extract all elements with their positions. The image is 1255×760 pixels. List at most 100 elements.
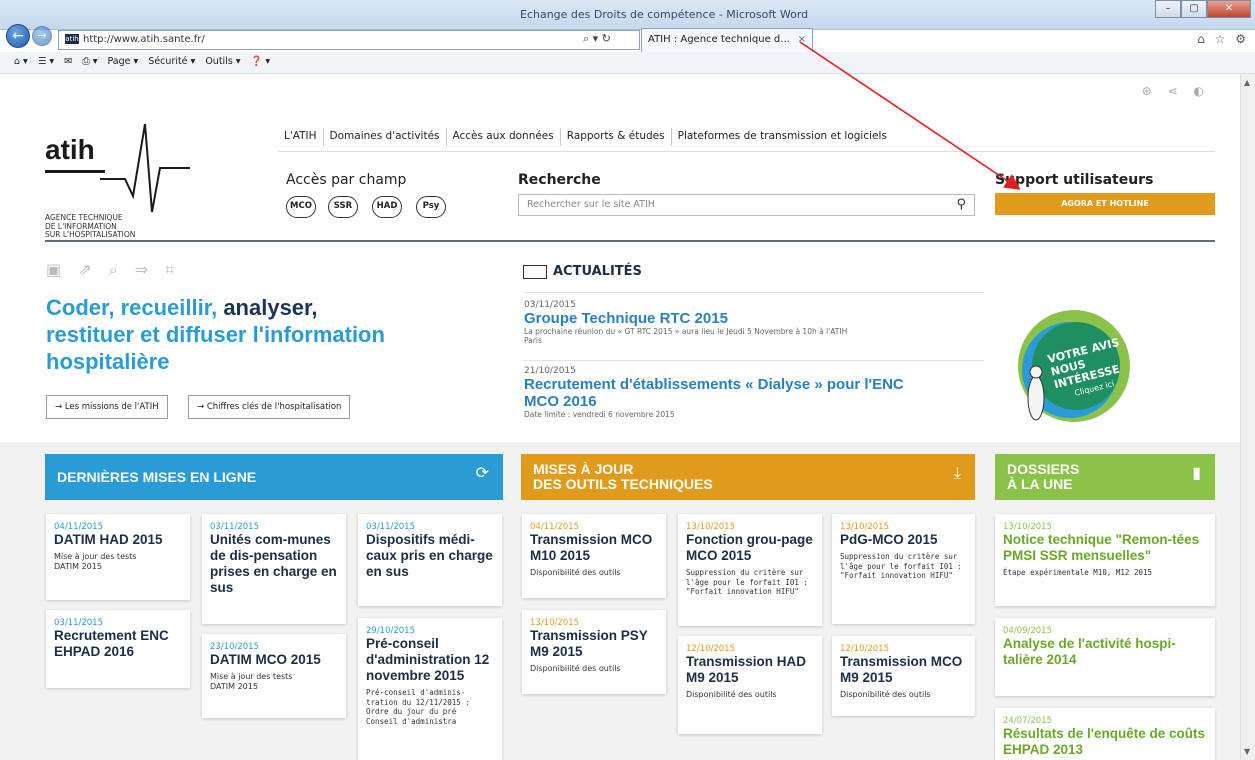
window-controls: – ▢ ✕ (1155, 0, 1251, 18)
heartbeat-icon (100, 124, 190, 213)
back-button[interactable]: ← (6, 24, 30, 48)
card-transmission-psy-m9[interactable]: 13/10/2015 Transmission PSY M9 2015 Disp… (522, 610, 666, 694)
card-date: 04/11/2015 (530, 522, 579, 532)
news-title[interactable]: Recrutement d'établissements « Dialyse »… (524, 376, 924, 410)
champ-pill-psy[interactable]: Psy (416, 196, 446, 218)
card-dispositifs-medicaux[interactable]: 03/11/2015 Dispositifs médi-caux pris en… (358, 514, 502, 606)
logo-tagline: AGENCE TECHNIQUE DE L'INFORMATION SUR L'… (45, 213, 136, 239)
card-transmission-mco-m9[interactable]: 12/10/2015 Transmission MCO M9 2015 Disp… (832, 636, 975, 716)
card-date: 23/10/2015 (210, 642, 259, 652)
card-title: Résultats de l'enquête de coûts EHPAD 20… (1003, 726, 1206, 757)
nav-item[interactable]: Plateformes de transmission et logiciels (672, 128, 893, 146)
card-date: 29/10/2015 (366, 626, 415, 636)
card-date: 03/11/2015 (210, 522, 259, 532)
main-navigation: L'ATIH Domaines d'activités Accès aux donn… (278, 128, 1215, 152)
section-title: DERNIÈRES MISES EN LIGNE (57, 469, 257, 485)
hero-text-3: restituer et diffuser l'information hosp… (46, 322, 385, 374)
card-sub: Disponibilité des outils (840, 690, 931, 699)
cmd-item[interactable]: Outils ▾ (205, 52, 240, 73)
page-tool-icons[interactable]: ▣ ⇗ ⌕ ⇒ ⌗ (46, 260, 180, 280)
scroll-up-icon[interactable]: ▲ (1244, 78, 1250, 87)
card-title: Transmission MCO M10 2015 (530, 532, 653, 563)
address-tools[interactable]: ⌕ ▾ ↻ (583, 30, 611, 48)
card-fonction-groupage[interactable]: 13/10/2015 Fonction grou-page MCO 2015 S… (678, 514, 822, 626)
close-window-button[interactable]: ✕ (1207, 0, 1251, 18)
book-icon[interactable]: ▮ (1192, 466, 1201, 482)
card-title: Fonction grou-page MCO 2015 (686, 532, 813, 563)
tab-close-icon[interactable]: × (798, 29, 806, 51)
social-icons[interactable]: ⊛ ⋖ ◐ (1142, 84, 1210, 98)
address-bar[interactable]: atih http://www.atih.sante.fr/ (58, 30, 640, 50)
card-sub: Mise à jour des tests DATIM 2015 (210, 672, 293, 691)
search-placeholder: Rechercher sur le site ATIH (527, 199, 655, 210)
card-title: Transmission PSY M9 2015 (530, 628, 648, 659)
card-pdg-mco[interactable]: 13/10/2015 PdG-MCO 2015 Suppression du c… (832, 514, 975, 624)
cmd-item[interactable]: Page ▾ (108, 52, 139, 73)
champ-pill-had[interactable]: HAD (372, 196, 402, 218)
card-transmission-mco-m10[interactable]: 04/11/2015 Transmission MCO M10 2015 Dis… (522, 514, 666, 598)
news-title[interactable]: Groupe Technique RTC 2015 (524, 310, 984, 327)
search-input[interactable]: Rechercher sur le site ATIH ⚲ (518, 194, 975, 216)
hero-tagline: Coder, recueillir, analyser, restituer e… (46, 294, 466, 375)
card-date: 12/10/2015 (686, 644, 735, 654)
card-pre-conseil[interactable]: 29/10/2015 Pré-conseil d'administration … (358, 618, 502, 760)
agora-hotline-button[interactable]: AGORA ET HOTLINE (995, 193, 1215, 215)
browser-tab[interactable]: ATIH : Agence technique d... × (641, 28, 813, 52)
card-resultats-enquete[interactable]: 24/07/2015 Résultats de l'enquête de coû… (995, 708, 1215, 760)
section-header-dernieres[interactable]: DERNIÈRES MISES EN LIGNE ⟳ (45, 454, 503, 500)
chiffres-link[interactable]: → Chiffres clés de l'hospitalisation (188, 395, 351, 419)
forward-button[interactable]: → (32, 26, 52, 46)
news-item[interactable]: 03/11/2015 Groupe Technique RTC 2015 La … (524, 300, 984, 345)
section-header-dossiers[interactable]: DOSSIERS À LA UNE ▮ (995, 454, 1215, 500)
cmd-item[interactable]: ☰ ▾ (38, 52, 54, 73)
nav-item[interactable]: L'ATIH (278, 128, 324, 146)
card-title: Pré-conseil d'administration 12 novembre… (366, 636, 490, 683)
nav-item[interactable]: Accès aux données (447, 128, 561, 146)
cmd-item[interactable]: ⎙ ▾ (82, 52, 97, 73)
page-scrollbar[interactable]: ▲ ▼ (1240, 74, 1255, 760)
card-title: DATIM MCO 2015 (210, 652, 321, 667)
card-date: 04/09/2015 (1003, 626, 1052, 636)
nav-item[interactable]: Domaines d'activités (324, 128, 447, 146)
card-datim-mco[interactable]: 23/10/2015 DATIM MCO 2015 Mise à jour de… (202, 634, 346, 718)
champ-pill-ssr[interactable]: SSR (328, 196, 358, 218)
card-title: PdG-MCO 2015 (840, 532, 938, 547)
card-sub: Disponibilité des outils (530, 568, 621, 577)
search-icon[interactable]: ⚲ (956, 195, 966, 215)
cmd-item[interactable]: ⌂ ▾ (14, 52, 28, 73)
card-date: 13/10/2015 (530, 618, 579, 628)
news-heading-text: ACTUALITÉS (553, 264, 642, 279)
card-unites-communes[interactable]: 03/11/2015 Unités com-munes de dis-pensa… (202, 514, 346, 624)
section-header-outils[interactable]: MISES À JOUR DES OUTILS TECHNIQUES ⤓ (521, 454, 975, 500)
news-date: 21/10/2015 (524, 366, 576, 376)
scroll-down-icon[interactable]: ▼ (1244, 747, 1250, 756)
news-rule (524, 360, 984, 361)
missions-link[interactable]: → Les missions de l'ATIH (46, 395, 168, 419)
card-date: 24/07/2015 (1003, 716, 1052, 726)
refresh-icon[interactable]: ⟳ (476, 466, 489, 482)
card-date: 13/10/2015 (686, 522, 735, 532)
minimize-button[interactable]: – (1155, 0, 1181, 18)
votre-avis-banner[interactable]: VOTRE AVIS NOUS INTÉRESSE Cliquez ici (1012, 306, 1132, 426)
atih-logo[interactable]: atih AGENCE TECHNIQUE DE L'INFORMATION S… (45, 114, 245, 244)
maximize-button[interactable]: ▢ (1181, 0, 1207, 18)
news-item[interactable]: 21/10/2015 Recrutement d'établissements … (524, 366, 984, 419)
champ-pill-mco[interactable]: MCO (286, 196, 316, 218)
acces-label: Accès par champ (286, 172, 407, 188)
card-sub: Étape expérimentale M10, M12 2015 (1003, 568, 1153, 577)
cmd-item[interactable]: ❓ ▾ (251, 52, 271, 73)
address-url: http://www.atih.sante.fr/ (83, 34, 205, 45)
cmd-item[interactable]: ✉ (64, 52, 72, 73)
browser-right-icons[interactable]: ⌂ ☆ ⚙ (1197, 32, 1249, 46)
card-recrutement-ehpad[interactable]: 03/11/2015 Recrutement ENC EHPAD 2016 (46, 610, 190, 688)
cmd-item[interactable]: Sécurité ▾ (148, 52, 195, 73)
card-transmission-had-m9[interactable]: 12/10/2015 Transmission HAD M9 2015 Disp… (678, 636, 822, 734)
card-notice-technique[interactable]: 13/10/2015 Notice technique "Remon-tées … (995, 514, 1215, 606)
download-icon[interactable]: ⤓ (954, 466, 961, 482)
nav-item[interactable]: Rapports & études (561, 128, 672, 146)
card-sub: Suppression du critère sur l'âge pour le… (686, 568, 808, 596)
logo-underline (45, 170, 105, 173)
card-datim-had[interactable]: 04/11/2015 DATIM HAD 2015 Mise à jour de… (46, 514, 190, 600)
web-page: ⊛ ⋖ ◐ atih AGENCE TECHNIQUE DE L'INFORMA… (0, 74, 1240, 760)
card-analyse-activite[interactable]: 04/09/2015 Analyse de l'activité hospi-t… (995, 618, 1215, 696)
